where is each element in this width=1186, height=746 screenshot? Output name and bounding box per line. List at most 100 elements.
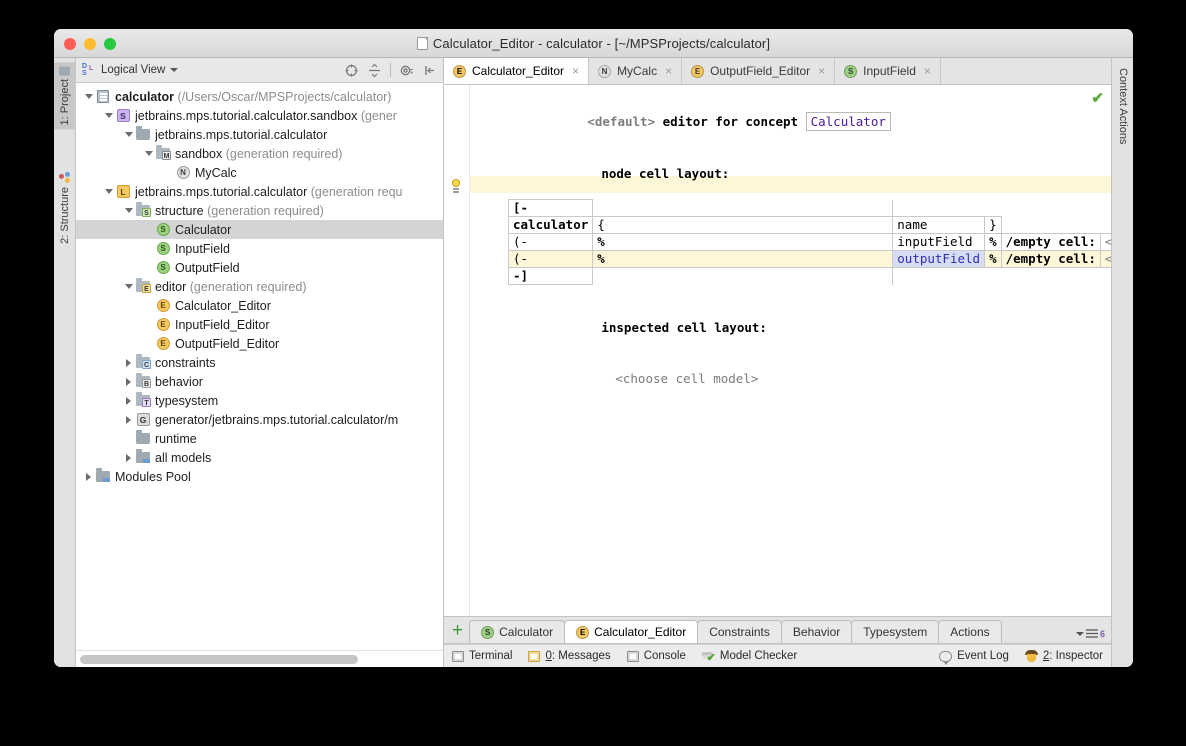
cell-layout-cell[interactable] [593, 200, 893, 217]
tree-twisty[interactable] [102, 189, 115, 194]
cell-layout-cell[interactable]: % [985, 234, 1002, 251]
cell-layout-cell[interactable]: } [985, 217, 1002, 234]
cell-layout-cell[interactable]: [- [509, 200, 593, 217]
tool-button-console[interactable]: Console [627, 650, 686, 662]
minimize-window-button[interactable] [84, 38, 96, 50]
cell-layout-row[interactable]: calculator{name} [509, 217, 1112, 234]
aspect-tab[interactable]: Typesystem [851, 620, 939, 643]
close-icon[interactable]: × [572, 65, 579, 77]
tree-row[interactable]: EInputField_Editor [76, 315, 443, 334]
inspected-cell-value[interactable]: <choose cell model> [470, 353, 1111, 404]
tree-twisty[interactable] [122, 284, 135, 289]
tree-row[interactable]: runtime [76, 429, 443, 448]
tool-button-inspector[interactable]: 2: Inspector [1025, 650, 1103, 662]
cell-layout-cell[interactable]: /empty cell: [1001, 251, 1100, 268]
tree-row[interactable]: jetbrains.mps.tutorial.calculator [76, 125, 443, 144]
tree-twisty[interactable] [82, 94, 95, 99]
cell-layout-cell[interactable]: <default> [1100, 251, 1111, 268]
sidebar-item-structure[interactable]: 2: Structure [54, 168, 76, 248]
tree-twisty[interactable] [122, 416, 135, 424]
editor-canvas[interactable]: <default> editor for concept Calculator … [444, 85, 1111, 617]
tree-row[interactable]: Msandbox (generation required) [76, 144, 443, 163]
tree-row[interactable]: all models [76, 448, 443, 467]
editor-content[interactable]: <default> editor for concept Calculator … [470, 85, 1111, 616]
tree-twisty[interactable] [122, 208, 135, 213]
concept-name[interactable]: Calculator [806, 112, 891, 131]
cell-layout-cell[interactable]: name [893, 217, 985, 234]
editor-tab[interactable]: EOutputField_Editor× [682, 58, 835, 84]
tree-twisty[interactable] [122, 378, 135, 386]
tool-button-event-log[interactable]: Event Log [939, 650, 1009, 662]
tree-row[interactable]: Ttypesystem [76, 391, 443, 410]
hide-panel-icon[interactable] [422, 63, 437, 78]
project-tree-hscrollbar-thumb[interactable] [80, 655, 358, 664]
cell-layout-row[interactable]: (-%outputField%/empty cell:<default>-) [509, 251, 1112, 268]
aspect-tab[interactable]: SCalculator [469, 620, 565, 643]
tree-row[interactable]: Eeditor (generation required) [76, 277, 443, 296]
cell-layout-cell[interactable]: { [593, 217, 893, 234]
tree-row[interactable]: SInputField [76, 239, 443, 258]
tree-twisty[interactable] [122, 359, 135, 367]
tree-twisty[interactable] [82, 473, 95, 481]
cell-layout-table[interactable]: [-calculator{name}(-%inputField%/empty c… [508, 199, 1111, 285]
view-selector-dropdown[interactable]: DSL Logical View [82, 63, 178, 77]
tree-twisty[interactable] [122, 397, 135, 405]
cell-layout-cell[interactable]: calculator [509, 217, 593, 234]
tree-twisty[interactable] [122, 132, 135, 137]
tree-row[interactable]: Ggenerator/jetbrains.mps.tutorial.calcul… [76, 410, 443, 429]
cell-layout-cell[interactable]: % [985, 251, 1002, 268]
close-icon[interactable]: × [665, 65, 672, 77]
aspect-tab[interactable]: Actions [938, 620, 1001, 643]
tree-row[interactable]: Modules Pool [76, 467, 443, 486]
cell-layout-row[interactable]: (-%inputField%/empty cell:<default>-) [509, 234, 1112, 251]
cell-layout-row[interactable]: [- [509, 200, 1112, 217]
cell-layout-cell[interactable] [593, 268, 893, 285]
cell-layout-cell[interactable]: -] [509, 268, 593, 285]
tree-row[interactable]: SOutputField [76, 258, 443, 277]
collapse-all-icon[interactable] [367, 63, 382, 78]
project-tree-scroll[interactable]: calculator (/Users/Oscar/MPSProjects/cal… [76, 83, 443, 650]
cell-layout-cell[interactable]: (- [509, 251, 593, 268]
project-tree-hscrollbar[interactable] [76, 650, 443, 667]
tree-row[interactable]: ECalculator_Editor [76, 296, 443, 315]
tree-row[interactable]: Sstructure (generation required) [76, 201, 443, 220]
aspect-tab[interactable]: Behavior [781, 620, 852, 643]
add-aspect-button[interactable]: + [450, 621, 469, 643]
tree-twisty[interactable] [122, 454, 135, 462]
aspect-tab[interactable]: Constraints [697, 620, 782, 643]
lightbulb-icon[interactable] [448, 179, 464, 195]
tool-button-messages[interactable]: 0: Messages [528, 650, 610, 662]
editor-tab[interactable]: NMyCalc× [589, 58, 682, 84]
tree-row[interactable]: NMyCalc [76, 163, 443, 182]
tree-row[interactable]: Ljetbrains.mps.tutorial.calculator (gene… [76, 182, 443, 201]
cell-layout-row[interactable]: -] [509, 268, 1112, 285]
tool-button-model-checker[interactable]: ✔ Model Checker [702, 650, 797, 662]
aspect-tab[interactable]: ECalculator_Editor [564, 620, 698, 643]
tree-row[interactable]: Sjetbrains.mps.tutorial.calculator.sandb… [76, 106, 443, 125]
editor-tab[interactable]: SInputField× [835, 58, 941, 84]
tree-twisty[interactable] [142, 151, 155, 156]
tree-row[interactable]: SCalculator [76, 220, 443, 239]
aspect-tabs-overflow-button[interactable]: 6 [1070, 629, 1111, 643]
scroll-from-source-icon[interactable] [344, 63, 359, 78]
sidebar-item-project[interactable]: 1: Project [54, 62, 76, 129]
cell-layout-cell[interactable]: (- [509, 234, 593, 251]
tree-row[interactable]: Cconstraints [76, 353, 443, 372]
cell-layout-cell[interactable]: % [593, 234, 893, 251]
cell-layout-cell[interactable]: /empty cell: [1001, 234, 1100, 251]
tree-twisty[interactable] [102, 113, 115, 118]
cell-layout-cell[interactable]: outputField [893, 251, 985, 268]
gear-icon[interactable] [399, 63, 414, 78]
tree-row[interactable]: EOutputField_Editor [76, 334, 443, 353]
tree-row[interactable]: calculator (/Users/Oscar/MPSProjects/cal… [76, 87, 443, 106]
cell-layout-cell[interactable]: inputField [893, 234, 985, 251]
cell-layout-cell[interactable]: % [593, 251, 893, 268]
close-icon[interactable]: × [818, 65, 825, 77]
sidebar-item-context-actions[interactable]: Context Actions [1112, 64, 1133, 148]
zoom-window-button[interactable] [104, 38, 116, 50]
editor-tab[interactable]: ECalculator_Editor× [444, 58, 589, 84]
tool-button-terminal[interactable]: Terminal [452, 650, 512, 662]
close-window-button[interactable] [64, 38, 76, 50]
status-ok-icon[interactable]: ✔ [1091, 91, 1104, 106]
tree-row[interactable]: Bbehavior [76, 372, 443, 391]
